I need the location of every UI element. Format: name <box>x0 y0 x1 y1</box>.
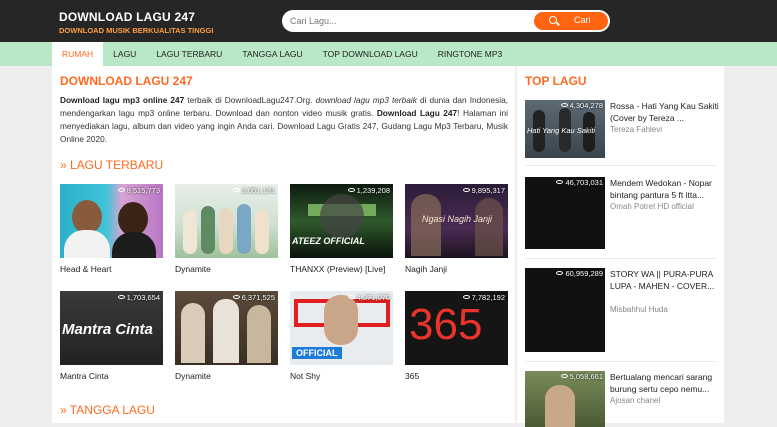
song-title[interactable]: Dynamite <box>175 264 211 274</box>
song-title[interactable]: Dynamite <box>175 371 211 381</box>
section-title-tangga-lagu[interactable]: » TANGGA LAGU <box>60 403 155 417</box>
song-title[interactable]: Nagih Janji <box>405 264 447 274</box>
eye-icon <box>560 374 568 378</box>
song-title[interactable]: Head & Heart <box>60 264 112 274</box>
song-title[interactable]: Mantra Cinta <box>60 371 109 381</box>
top-song-title[interactable]: Bertualang mencari sarang burung sertu c… <box>610 371 720 395</box>
view-count: 4,304,278 <box>560 101 603 110</box>
eye-icon <box>232 188 240 192</box>
view-count: 7,782,192 <box>462 293 505 302</box>
eye-icon <box>556 271 564 275</box>
thumbnail-text: 365 <box>409 300 483 349</box>
view-count: 6,371,525 <box>232 293 275 302</box>
top-song-channel: Ajosan chanel <box>610 396 661 405</box>
section-title-lagu-terbaru[interactable]: » LAGU TERBARU <box>60 158 163 172</box>
top-song-channel: Omah Potret HD official <box>610 202 694 211</box>
view-count: 3,051,131 <box>232 186 275 195</box>
song-thumbnail[interactable]: 6,371,525 <box>175 291 278 365</box>
eye-icon <box>232 295 240 299</box>
intro-bold-1: Download lagu mp3 online 247 <box>60 95 185 105</box>
eye-icon <box>117 188 125 192</box>
thumbnail-text: Hati Yang Kau Sakiti <box>527 126 596 135</box>
search-icon <box>549 16 557 24</box>
top-song-thumbnail[interactable]: 46,703,031 <box>525 177 605 249</box>
view-count: 4,271,070 <box>347 293 390 302</box>
eye-icon <box>462 295 470 299</box>
nav-item-rumah[interactable]: RUMAH <box>52 42 104 66</box>
eye-icon <box>347 295 355 299</box>
thumbnail-text: Ngasi Nagih Janji <box>421 214 493 224</box>
intro-text-1: terbaik di DownloadLagu247.Org. <box>184 95 316 105</box>
search-button-label: Cari <box>574 15 591 25</box>
site-tagline: DOWNLOAD MUSIK BERKUALITAS TINGGI <box>59 26 214 35</box>
top-song-title[interactable]: Rossa - Hati Yang Kau Sakiti (Cover by T… <box>610 100 720 124</box>
eye-icon <box>117 295 125 299</box>
song-title[interactable]: THANXX (Preview) [Live] <box>290 264 385 274</box>
top-song-thumbnail[interactable]: 60,959,289 <box>525 268 605 352</box>
view-count: 8,515,773 <box>117 186 160 195</box>
intro-paragraph: Download lagu mp3 online 247 terbaik di … <box>60 94 508 146</box>
top-header: DOWNLOAD LAGU 247 DOWNLOAD MUSIK BERKUAL… <box>0 0 777 42</box>
eye-icon <box>560 103 568 107</box>
song-thumbnail[interactable]: Ngasi Nagih Janji 9,895,317 <box>405 184 508 258</box>
nav-item-lagu-terbaru[interactable]: LAGU TERBARU <box>146 42 232 66</box>
divider <box>525 361 717 362</box>
sidebar-title: TOP LAGU <box>525 74 587 88</box>
song-thumbnail[interactable]: 3,051,131 <box>175 184 278 258</box>
view-count: 60,959,289 <box>556 269 603 278</box>
search-button[interactable]: Cari <box>534 12 608 30</box>
top-song-channel: Misbahhul Huda <box>610 305 668 314</box>
song-thumbnail[interactable]: 365 7,782,192 <box>405 291 508 365</box>
song-title[interactable]: 365 <box>405 371 419 381</box>
top-song-title[interactable]: Mendem Wedokan - Nopar bintang pantura 5… <box>610 177 720 201</box>
divider <box>525 165 717 166</box>
divider <box>525 258 717 259</box>
nav-item-ringtone[interactable]: RINGTONE MP3 <box>428 42 513 66</box>
song-thumbnail[interactable]: ATEEZ OFFICIAL 1,239,208 <box>290 184 393 258</box>
thumbnail-text: Mantra Cinta <box>62 321 153 338</box>
top-song-title[interactable]: STORY WA || PURA-PURA LUPA - MAHEN - COV… <box>610 268 720 292</box>
nav-item-lagu[interactable]: LAGU <box>103 42 146 66</box>
search-input[interactable] <box>290 13 520 29</box>
nav-item-tangga-lagu[interactable]: TANGGA LAGU <box>232 42 312 66</box>
thumbnail-text: OFFICIAL <box>292 347 342 359</box>
nav-item-top-download[interactable]: TOP DOWNLOAD LAGU <box>313 42 428 66</box>
site-logo-title[interactable]: DOWNLOAD LAGU 247 <box>59 10 195 24</box>
eye-icon <box>347 188 355 192</box>
intro-bold-2: Download Lagu 247 <box>376 108 458 118</box>
top-song-thumbnail[interactable]: Hati Yang Kau Sakiti 4,304,278 <box>525 100 605 158</box>
thumbnail-text: ATEEZ OFFICIAL <box>292 236 365 246</box>
main-nav: RUMAH LAGU LAGU TERBARU TANGGA LAGU TOP … <box>0 42 777 66</box>
view-count: 1,703,654 <box>117 293 160 302</box>
intro-italic: download lagu mp3 terbaik <box>315 95 417 105</box>
main-content: DOWNLOAD LAGU 247 Download lagu mp3 onli… <box>52 66 515 423</box>
page-title: DOWNLOAD LAGU 247 <box>60 74 193 88</box>
eye-icon <box>462 188 470 192</box>
eye-icon <box>556 180 564 184</box>
song-title[interactable]: Not Shy <box>290 371 320 381</box>
top-song-channel: Tereza Fahlevi <box>610 125 663 134</box>
sidebar: TOP LAGU Hati Yang Kau Sakiti 4,304,278 … <box>517 66 724 427</box>
view-count: 9,895,317 <box>462 186 505 195</box>
view-count: 46,703,031 <box>556 178 603 187</box>
top-song-thumbnail[interactable]: 5,058,661 <box>525 371 605 427</box>
search-form: Cari <box>282 10 610 32</box>
song-thumbnail[interactable]: 8,515,773 <box>60 184 163 258</box>
song-thumbnail[interactable]: Mantra Cinta 1,703,654 <box>60 291 163 365</box>
song-thumbnail[interactable]: OFFICIAL 4,271,070 <box>290 291 393 365</box>
view-count: 1,239,208 <box>347 186 390 195</box>
view-count: 5,058,661 <box>560 372 603 381</box>
